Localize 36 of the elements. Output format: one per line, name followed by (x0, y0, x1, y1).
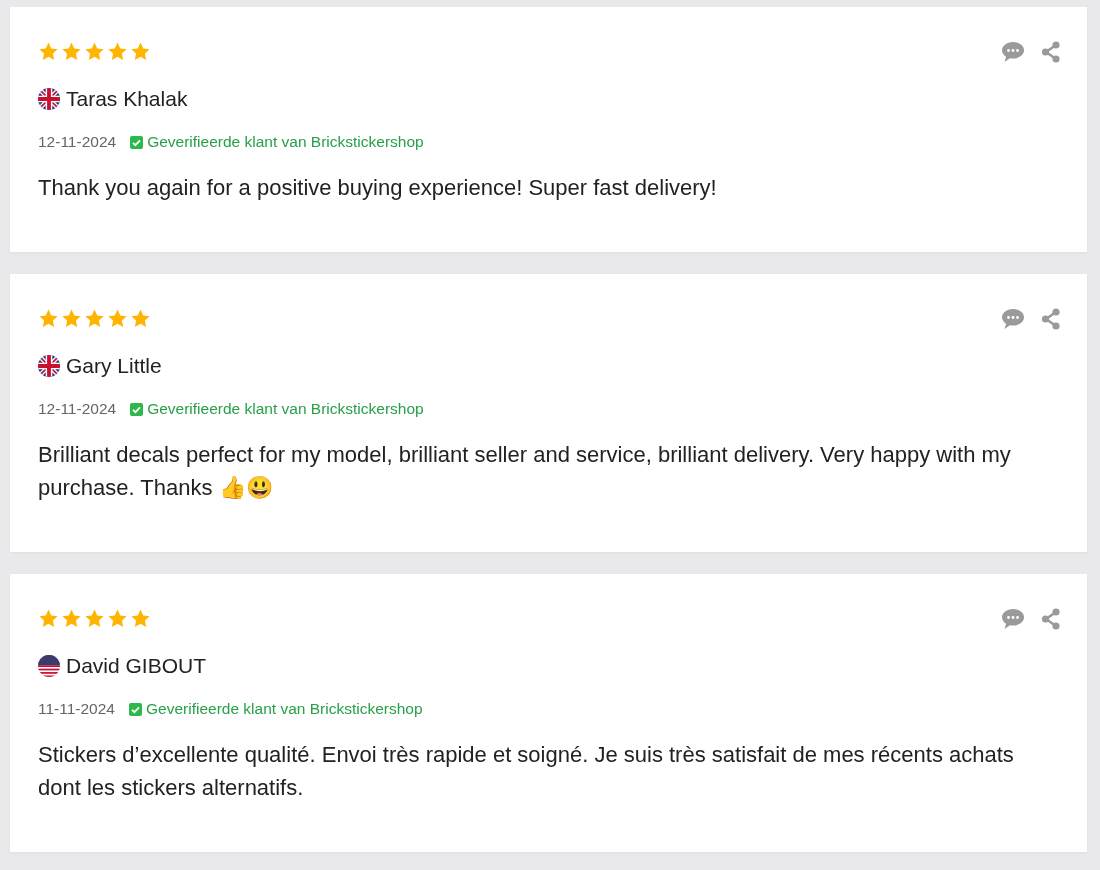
star-icon (61, 608, 82, 629)
flag-icon (38, 655, 60, 677)
share-icon[interactable] (1041, 608, 1061, 630)
review-text: Stickers d’excellente qualité. Envoi très rapide et soigné. Je suis très satisfait de mes récents achats dont les stickers alternatifs. (38, 741, 1015, 802)
star-icon (61, 41, 82, 62)
star-icon (84, 608, 105, 629)
star-icon (61, 308, 82, 329)
verified-label: Geverifieerde klant van Brickstickershop (147, 133, 424, 151)
star-icon (107, 41, 128, 62)
comment-icon[interactable] (1001, 41, 1025, 63)
flag-icon (38, 355, 60, 377)
star-icon (107, 608, 128, 629)
share-icon[interactable] (1041, 41, 1061, 63)
reviewer-name: David GIBOUT (66, 654, 207, 678)
review-date: 12-11-2024 (38, 400, 117, 418)
star-icon (38, 41, 59, 62)
share-icon[interactable] (1041, 308, 1061, 330)
star-icon (84, 308, 105, 329)
star-icon (84, 41, 105, 62)
review-date: 11-11-2024 (38, 700, 115, 718)
verified-label: Geverifieerde klant van Brickstickershop (147, 400, 424, 418)
review-text: Thank you again for a positive buying experience! Super fast delivery! (38, 174, 718, 202)
star-icon (38, 308, 59, 329)
verified-label: Geverifieerde klant van Brickstickershop (146, 700, 423, 718)
star-icon (130, 608, 151, 629)
flag-icon (38, 88, 60, 110)
review-text: Brilliant decals perfect for my model, brilliant seller and service, brilliant delivery. Very happy with my purchase. Thanks 👍😃 (38, 441, 1012, 502)
comment-icon[interactable] (1001, 308, 1025, 330)
review-date: 12-11-2024 (38, 133, 117, 151)
star-icon (107, 308, 128, 329)
star-icon (130, 41, 151, 62)
reviewer-name: Gary Little (66, 354, 162, 378)
star-icon (130, 308, 151, 329)
star-icon (38, 608, 59, 629)
comment-icon[interactable] (1001, 608, 1025, 630)
reviewer-name: Taras Khalak (66, 87, 188, 111)
